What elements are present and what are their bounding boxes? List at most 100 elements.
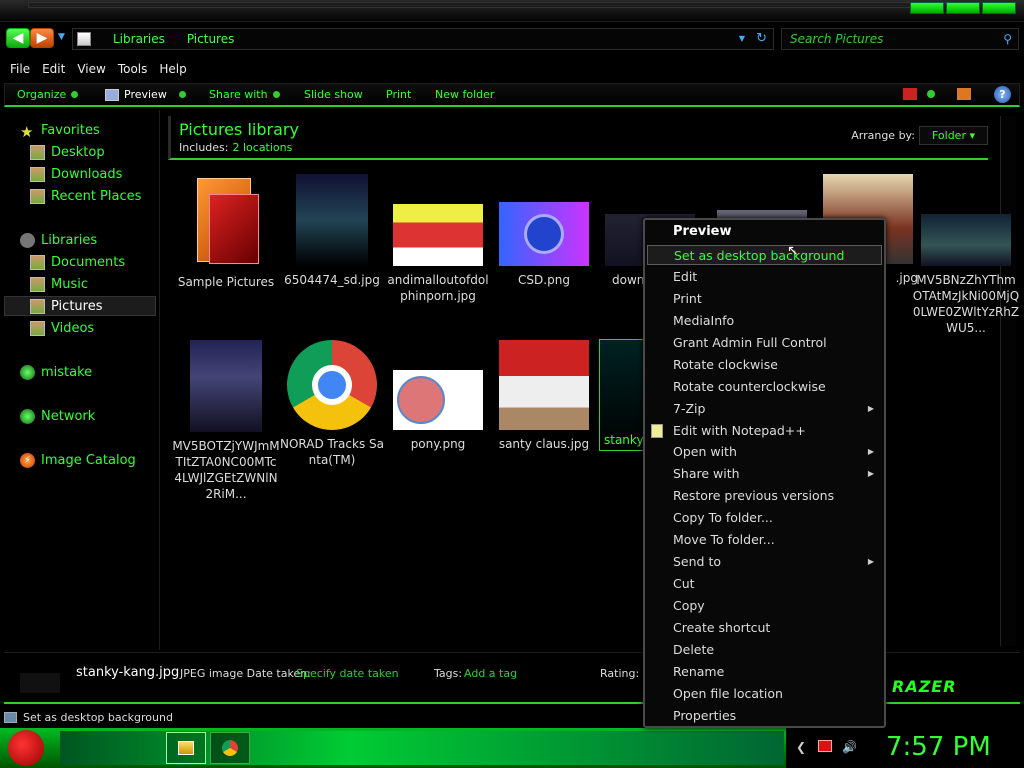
menu-open-file-location[interactable]: Open file location [647, 684, 882, 704]
share-label: Share with [209, 88, 268, 101]
status-icon [4, 711, 17, 723]
view-options-icon[interactable] [927, 90, 935, 98]
menu-delete[interactable]: Delete [647, 640, 882, 660]
taskbar-explorer-button[interactable] [166, 732, 206, 764]
nav-label: Documents [51, 254, 126, 270]
file-item[interactable]: NORAD Tracks Santa(TM) [278, 340, 386, 468]
menu-edit[interactable]: Edit [36, 62, 71, 76]
arrange-dropdown[interactable]: Folder ▾ [918, 126, 988, 145]
menu-restore-versions[interactable]: Restore previous versions [647, 486, 882, 506]
menu-copy[interactable]: Copy [647, 596, 882, 616]
pictures-icon [30, 298, 45, 314]
menu-rename[interactable]: Rename [647, 662, 882, 682]
share-with-button[interactable]: Share with [209, 88, 280, 101]
file-item[interactable]: andimalloutofdolphinporn.jpg [384, 174, 492, 304]
change-view-icon[interactable] [903, 88, 917, 100]
tray-arrow-icon[interactable]: ❮ [796, 740, 806, 754]
file-name: 6504474_sd.jpg [284, 273, 380, 287]
menu-tools[interactable]: Tools [112, 62, 154, 76]
menu-move-to-folder[interactable]: Move To folder... [647, 530, 882, 550]
file-item[interactable]: CSD.png [490, 174, 598, 288]
tray-network-icon[interactable] [818, 740, 832, 752]
minimize-button[interactable] [910, 2, 944, 14]
menu-view[interactable]: View [71, 62, 111, 76]
menu-edit[interactable]: Edit [647, 267, 882, 287]
nav-network[interactable]: Network [20, 406, 95, 426]
nav-videos[interactable]: Videos [30, 318, 94, 338]
preview-button[interactable]: Preview [105, 88, 186, 101]
menu-7zip[interactable]: 7-Zip ▶ [647, 399, 882, 419]
nav-downloads[interactable]: Downloads [30, 164, 122, 184]
menu-open-with[interactable]: Open with ▶ [647, 442, 882, 462]
nav-music[interactable]: Music [30, 274, 88, 294]
search-input[interactable] [782, 32, 992, 46]
add-tag-link[interactable]: Add a tag [464, 667, 517, 680]
breadcrumb-pictures[interactable]: Pictures [187, 32, 235, 46]
nav-homegroup-mistake[interactable]: mistake [20, 362, 92, 382]
file-name: NORAD Tracks Santa(TM) [280, 437, 384, 467]
organize-button[interactable]: Organize [17, 88, 79, 101]
nav-image-catalog[interactable]: ⚡ Image Catalog [20, 450, 136, 470]
file-name: Sample Pictures [177, 275, 275, 289]
taskbar-chrome-button[interactable] [210, 732, 250, 764]
nav-libraries[interactable]: Libraries [20, 230, 97, 250]
folder-icon [189, 174, 263, 268]
recent-pages-dropdown-icon[interactable]: ▼ [58, 32, 65, 42]
help-icon[interactable]: ? [994, 86, 1011, 103]
start-button[interactable] [8, 730, 44, 766]
menu-properties[interactable]: Properties [647, 706, 882, 726]
nav-documents[interactable]: Documents [30, 252, 125, 272]
nav-label: Videos [51, 320, 95, 336]
preview-pane-icon[interactable] [957, 88, 971, 100]
menu-grant-admin[interactable]: Grant Admin Full Control [647, 333, 882, 353]
nav-label: Downloads [51, 166, 123, 182]
nav-pictures[interactable]: Pictures [4, 296, 156, 316]
locations-link[interactable]: 2 locations [232, 141, 292, 154]
window-controls [910, 2, 1016, 16]
menu-send-to[interactable]: Send to ▶ [647, 552, 882, 572]
menu-copy-to-folder[interactable]: Copy To folder... [647, 508, 882, 528]
nav-label: Pictures [51, 298, 103, 314]
address-bar[interactable]: Libraries Pictures ▼ ↻ [72, 28, 774, 50]
maximize-button[interactable] [946, 2, 980, 14]
menu-set-desktop-background[interactable]: Set as desktop background [647, 245, 882, 265]
file-name: MV5BOTZjYWJmMTItZTA0NC00MTc4LWJlZGEtZWNl… [172, 439, 280, 501]
address-dropdown-icon[interactable]: ▼ [739, 34, 745, 43]
menu-share-with[interactable]: Share with ▶ [647, 464, 882, 484]
volume-icon[interactable]: 🔊 [842, 740, 857, 754]
breadcrumb-libraries[interactable]: Libraries [113, 32, 165, 46]
context-menu-preview[interactable]: Preview [673, 224, 732, 239]
nav-recent-places[interactable]: Recent Places [30, 186, 141, 206]
slide-show-button[interactable]: Slide show [304, 88, 363, 101]
menu-create-shortcut[interactable]: Create shortcut [647, 618, 882, 638]
file-item[interactable]: Sample Pictures [172, 174, 280, 290]
menu-print[interactable]: Print [647, 289, 882, 309]
close-button[interactable] [982, 2, 1016, 14]
clock[interactable]: 7:57 PM [886, 732, 991, 762]
includes-label: Includes: [179, 141, 229, 154]
file-item[interactable]: pony.png [384, 340, 492, 452]
taskbar: ❮ 🔊 7:57 PM [0, 728, 1024, 768]
specify-date-link[interactable]: Specify date taken [296, 667, 399, 680]
menu-rotate-counterclockwise[interactable]: Rotate counterclockwise [647, 377, 882, 397]
file-item[interactable]: 6504474_sd.jpg [278, 174, 386, 288]
menu-send-to-label: Send to [673, 554, 722, 569]
nav-favorites[interactable]: ★ Favorites [20, 120, 100, 141]
back-button[interactable]: ◀ [6, 28, 30, 48]
new-folder-button[interactable]: New folder [435, 88, 494, 101]
library-icon [77, 32, 91, 46]
menu-help[interactable]: Help [153, 62, 192, 76]
menu-file[interactable]: File [4, 62, 36, 76]
print-button[interactable]: Print [386, 88, 411, 101]
file-item[interactable]: MV5BNzZhYThmOTAtMzJkNi00MjQ0LWE0ZWltYzRh… [912, 174, 1020, 336]
forward-button[interactable]: ▶ [30, 28, 54, 48]
menu-cut[interactable]: Cut [647, 574, 882, 594]
menu-mediainfo[interactable]: MediaInfo [647, 311, 882, 331]
menu-rotate-clockwise[interactable]: Rotate clockwise [647, 355, 882, 375]
menu-edit-notepad[interactable]: Edit with Notepad++ [647, 421, 882, 441]
refresh-icon[interactable]: ↻ [756, 31, 767, 46]
file-item[interactable]: MV5BOTZjYWJmMTItZTA0NC00MTc4LWJlZGEtZWNl… [172, 340, 280, 502]
file-item[interactable]: santy claus.jpg [490, 340, 598, 452]
search-icon[interactable]: ⚲ [1003, 32, 1012, 46]
nav-desktop[interactable]: Desktop [30, 142, 105, 162]
